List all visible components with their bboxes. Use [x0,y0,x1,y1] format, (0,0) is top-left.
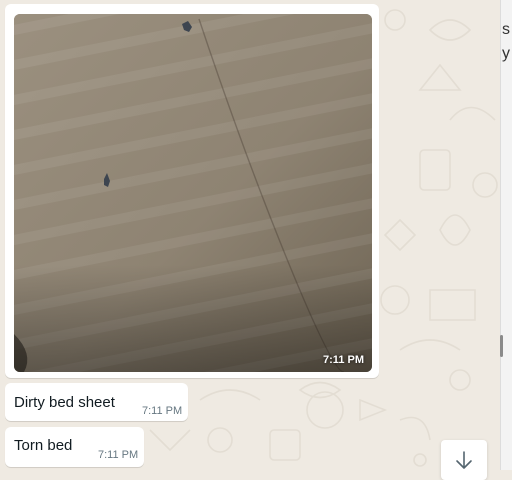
scroll-to-bottom-button[interactable] [441,440,487,480]
adjacent-pane-edge: s y [500,0,512,470]
adjacent-pane-clipped-text: s y [502,21,510,62]
message-time: 7:11 PM [98,449,139,461]
image-message-bubble[interactable]: 7:11 PM [5,4,379,378]
image-message-time: 7:11 PM [323,354,364,366]
scrollbar-thumb[interactable] [500,335,503,357]
photo-attachment[interactable]: 7:11 PM [14,14,372,372]
message-text: Torn bed [14,437,73,454]
message-text: Dirty bed sheet [14,394,115,411]
text-message-bubble[interactable]: Torn bed 7:11 PM [5,427,144,467]
arrow-down-icon [456,451,472,469]
message-time: 7:11 PM [142,405,183,417]
photo-bed-sheet [14,14,372,372]
text-message-bubble[interactable]: Dirty bed sheet 7:11 PM [5,383,188,421]
